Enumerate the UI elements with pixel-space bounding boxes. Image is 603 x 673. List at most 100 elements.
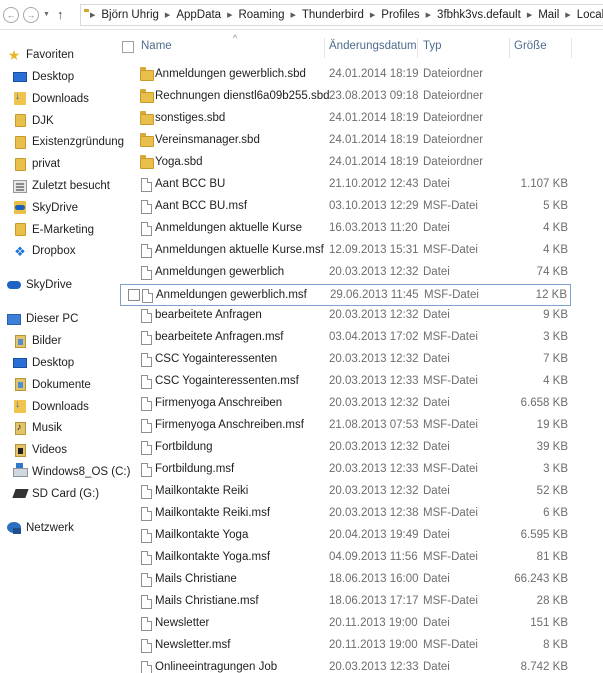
nav-item-zuletzt-besucht[interactable]: Zuletzt besucht bbox=[12, 176, 110, 196]
nav-item-existenzgr-ndung[interactable]: Existenzgründung bbox=[12, 132, 124, 152]
nav-label: Bilder bbox=[32, 335, 62, 348]
nav-item-musik[interactable]: Musik bbox=[12, 418, 62, 438]
file-row[interactable]: Firmenyoga Anschreiben 20.03.2013 12:32 Da… bbox=[120, 393, 571, 415]
breadcrumb[interactable]: ▶ Björn Uhrig ▶ AppData ▶ Roaming ▶ Thunderbird… bbox=[80, 4, 603, 26]
column-divider[interactable] bbox=[417, 38, 418, 58]
file-row[interactable]: Anmeldungen gewerblich.msf 29.06.2013 11:… bbox=[120, 283, 571, 306]
breadcrumb-separator-icon[interactable]: ▶ bbox=[426, 11, 431, 19]
nav-item-dokumente[interactable]: Dokumente bbox=[12, 375, 91, 395]
nav-label: Downloads bbox=[32, 400, 89, 413]
file-row[interactable]: Anmeldungen aktuelle Kurse 16.03.2013 11:… bbox=[120, 218, 571, 240]
file-row[interactable]: Newsletter.msf 20.11.2013 19:00 MSF-Datei 8… bbox=[120, 635, 571, 657]
breadcrumb-separator-icon[interactable]: ▶ bbox=[565, 11, 570, 19]
file-row[interactable]: Mailkontakte Reiki 20.03.2013 12:32 Datei 5… bbox=[120, 481, 571, 503]
file-row[interactable]: Mailkontakte Reiki.msf 20.03.2013 12:38 MS… bbox=[120, 503, 571, 525]
file-row[interactable]: Mailkontakte Yoga.msf 04.09.2013 11:56 MSF… bbox=[120, 547, 571, 569]
forward-button[interactable]: → bbox=[23, 6, 39, 23]
file-row[interactable]: Newsletter 20.11.2013 19:00 Datei 151 KB bbox=[120, 613, 571, 635]
file-modified-date: 12.09.2013 15:31 bbox=[329, 243, 419, 256]
breadcrumb-separator-icon[interactable]: ▶ bbox=[370, 11, 375, 19]
file-size: 6.595 KB bbox=[520, 528, 568, 541]
file-icon-shape bbox=[141, 594, 152, 609]
row-checkbox[interactable] bbox=[128, 288, 140, 301]
file-row[interactable]: Aant BCC BU 21.10.2012 12:43 Datei 1.107 KB bbox=[120, 174, 571, 196]
breadcrumb-separator-icon[interactable]: ▶ bbox=[527, 11, 532, 19]
column-header-size[interactable]: Größe bbox=[514, 40, 547, 52]
file-name: CSC Yogainteressenten bbox=[155, 353, 278, 366]
file-row[interactable]: Mails Christiane.msf 18.06.2013 17:17 MSF-… bbox=[120, 591, 571, 613]
folder-icon bbox=[140, 154, 154, 171]
nav-group-dieser-pc[interactable]: Dieser PC bbox=[6, 309, 78, 329]
file-row[interactable]: Fortbildung.msf 20.03.2013 12:33 MSF-Datei… bbox=[120, 459, 571, 481]
breadcrumb-separator-icon[interactable]: ▶ bbox=[227, 11, 232, 19]
folder-icon-shape bbox=[14, 135, 26, 149]
file-row[interactable]: Anmeldungen aktuelle Kurse.msf 12.09.2013… bbox=[120, 240, 571, 262]
breadcrumb-item[interactable]: Mail bbox=[538, 9, 559, 21]
file-row[interactable]: Firmenyoga Anschreiben.msf 21.08.2013 07:… bbox=[120, 415, 571, 437]
file-row[interactable]: bearbeitete Anfragen.msf 03.04.2013 17:02… bbox=[120, 327, 571, 349]
breadcrumb-separator-icon[interactable]: ▶ bbox=[291, 11, 296, 19]
folder-row[interactable]: Anmeldungen gewerblich.sbd 24.01.2014 18:… bbox=[120, 64, 571, 86]
file-name: Firmenyoga Anschreiben.msf bbox=[155, 419, 304, 432]
file-row[interactable]: bearbeitete Anfragen 20.03.2013 12:32 Date… bbox=[120, 305, 571, 327]
breadcrumb-separator-icon[interactable]: ▶ bbox=[165, 11, 170, 19]
breadcrumb-item[interactable]: Local Folders bbox=[577, 9, 603, 21]
breadcrumb-item[interactable]: 3fbhk3vs.default bbox=[437, 9, 521, 21]
folder-row[interactable]: Yoga.sbd 24.01.2014 18:19 Dateiordner bbox=[120, 152, 571, 174]
nav-group-netzwerk[interactable]: Netzwerk bbox=[6, 518, 74, 538]
nav-item-skydrive[interactable]: SkyDrive bbox=[12, 198, 78, 218]
file-row[interactable]: Mails Christiane 18.06.2013 16:00 Datei 66.… bbox=[120, 569, 571, 591]
breadcrumb-item[interactable]: Profiles bbox=[381, 9, 419, 21]
nav-item-downloads[interactable]: Downloads bbox=[12, 397, 89, 417]
up-one-level-button[interactable]: ↑ bbox=[57, 7, 64, 22]
file-icon bbox=[140, 572, 154, 588]
file-row[interactable]: Aant BCC BU.msf 03.10.2013 12:29 MSF-Datei… bbox=[120, 196, 571, 218]
back-button[interactable]: ← bbox=[3, 6, 19, 23]
nav-item-desktop[interactable]: Desktop bbox=[12, 67, 74, 87]
breadcrumb-item[interactable]: Thunderbird bbox=[302, 9, 364, 21]
folder-icon-shape bbox=[14, 114, 26, 128]
select-all-checkbox[interactable] bbox=[122, 41, 134, 53]
videos-library-icon bbox=[12, 442, 28, 458]
folder-row[interactable]: Rechnungen dienstl6a09b255.sbd 23.08.2013… bbox=[120, 86, 571, 108]
column-header-date[interactable]: Änderungsdatum bbox=[329, 40, 417, 52]
nav-item-dropbox[interactable]: ❖ Dropbox bbox=[12, 241, 75, 261]
file-row[interactable]: Onlineeintragungen Job 20.03.2013 12:33 Da… bbox=[120, 657, 571, 673]
file-row[interactable]: Anmeldungen gewerblich 20.03.2013 12:32 Da… bbox=[120, 262, 571, 284]
nav-group-skydrive[interactable]: SkyDrive bbox=[6, 275, 72, 295]
desktop-icon-shape bbox=[13, 72, 27, 82]
breadcrumb-separator-icon[interactable]: ▶ bbox=[90, 11, 95, 19]
file-icon bbox=[140, 660, 154, 673]
column-divider[interactable] bbox=[509, 38, 510, 58]
nav-item-e-marketing[interactable]: E-Marketing bbox=[12, 220, 94, 240]
folder-row[interactable]: sonstiges.sbd 24.01.2014 18:19 Dateiordner bbox=[120, 108, 571, 130]
column-header-type[interactable]: Typ bbox=[423, 40, 442, 52]
file-name: Mailkontakte Yoga bbox=[155, 528, 249, 541]
file-row[interactable]: CSC Yogainteressenten.msf 20.03.2013 12:3… bbox=[120, 371, 571, 393]
nav-item-windows8-os-c-[interactable]: Windows8_OS (C:) bbox=[12, 462, 130, 482]
file-name: CSC Yogainteressenten.msf bbox=[155, 375, 299, 388]
nav-item-privat[interactable]: privat bbox=[12, 154, 60, 174]
column-divider[interactable] bbox=[571, 38, 572, 58]
nav-group-favoriten[interactable]: ★ Favoriten bbox=[6, 45, 74, 65]
file-name: Mails Christiane.msf bbox=[155, 594, 259, 607]
breadcrumb-item[interactable]: AppData bbox=[176, 9, 221, 21]
column-header-name[interactable]: Name bbox=[141, 40, 172, 52]
file-row[interactable]: CSC Yogainteressenten 20.03.2013 12:32 Dat… bbox=[120, 349, 571, 371]
column-divider[interactable] bbox=[324, 38, 325, 58]
nav-item-videos[interactable]: Videos bbox=[12, 440, 67, 460]
folder-row[interactable]: Vereinsmanager.sbd 24.01.2014 18:19 Dateio… bbox=[120, 130, 571, 152]
nav-item-downloads[interactable]: Downloads bbox=[12, 89, 89, 109]
recent-locations-dropdown-icon[interactable]: ▼ bbox=[43, 11, 50, 18]
file-row[interactable]: Mailkontakte Yoga 20.04.2013 19:49 Datei 6.… bbox=[120, 525, 571, 547]
nav-item-desktop[interactable]: Desktop bbox=[12, 353, 74, 373]
breadcrumb-item[interactable]: Björn Uhrig bbox=[101, 9, 159, 21]
navigation-pane: ★ Favoriten Desktop Downloads DJK Existenzgrü… bbox=[0, 38, 130, 673]
nav-item-sd-card-g-[interactable]: SD Card (G:) bbox=[12, 484, 99, 504]
breadcrumb-item[interactable]: Roaming bbox=[238, 9, 284, 21]
file-modified-date: 20.03.2013 12:32 bbox=[329, 441, 419, 454]
file-row[interactable]: Fortbildung 20.03.2013 12:32 Datei 39 KB bbox=[120, 437, 571, 459]
file-icon-shape bbox=[141, 528, 152, 543]
nav-item-bilder[interactable]: Bilder bbox=[12, 331, 61, 351]
nav-item-djk[interactable]: DJK bbox=[12, 111, 54, 131]
